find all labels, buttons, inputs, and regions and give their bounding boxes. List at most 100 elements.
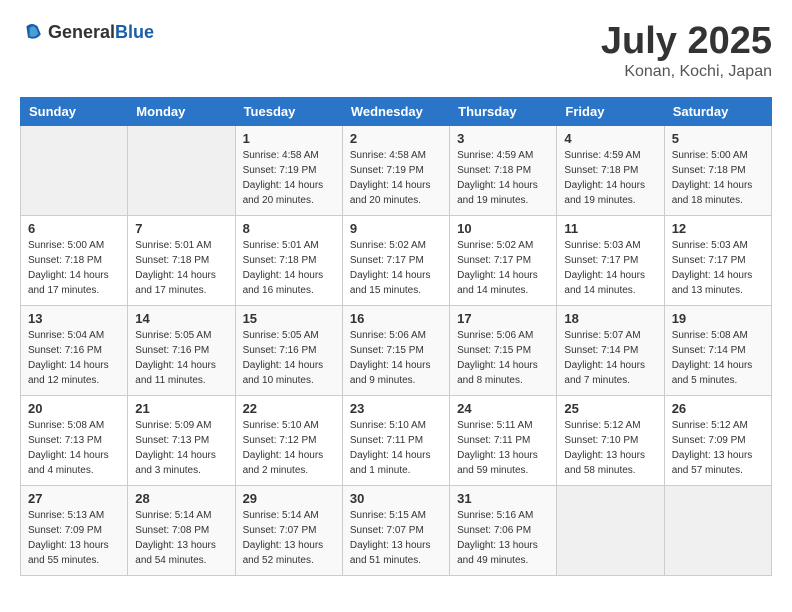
day-info: Sunrise: 4:59 AM Sunset: 7:18 PM Dayligh… — [457, 148, 549, 208]
calendar-day-cell: 15 Sunrise: 5:05 AM Sunset: 7:16 PM Dayli… — [235, 306, 342, 396]
calendar-week-row: 13 Sunrise: 5:04 AM Sunset: 7:16 PM Dayli… — [21, 306, 772, 396]
day-number: 2 — [350, 131, 442, 146]
day-number: 28 — [135, 491, 227, 506]
day-info: Sunrise: 5:02 AM Sunset: 7:17 PM Dayligh… — [350, 238, 442, 298]
day-info: Sunrise: 5:09 AM Sunset: 7:13 PM Dayligh… — [135, 418, 227, 478]
day-info: Sunrise: 5:14 AM Sunset: 7:07 PM Dayligh… — [243, 508, 335, 568]
day-info: Sunrise: 5:16 AM Sunset: 7:06 PM Dayligh… — [457, 508, 549, 568]
page-header: GeneralBlue July 2025 Konan, Kochi, Japa… — [20, 20, 772, 81]
day-info: Sunrise: 5:08 AM Sunset: 7:14 PM Dayligh… — [672, 328, 764, 388]
day-info: Sunrise: 4:58 AM Sunset: 7:19 PM Dayligh… — [243, 148, 335, 208]
day-number: 11 — [564, 221, 656, 236]
day-number: 12 — [672, 221, 764, 236]
calendar-day-cell: 16Sunrise: 5:06 AM Sunset: 7:15 PM Dayli… — [342, 306, 449, 396]
calendar-day-cell: 6 Sunrise: 5:00 AM Sunset: 7:18 PM Daylig… — [21, 216, 128, 306]
weekday-tuesday: Tuesday — [235, 98, 342, 126]
day-info: Sunrise: 5:05 AM Sunset: 7:16 PM Dayligh… — [243, 328, 335, 388]
logo-blue-text: Blue — [115, 22, 154, 42]
day-info: Sunrise: 5:12 AM Sunset: 7:10 PM Dayligh… — [564, 418, 656, 478]
calendar-week-row: 27Sunrise: 5:13 AM Sunset: 7:09 PM Dayli… — [21, 486, 772, 576]
day-number: 1 — [243, 131, 335, 146]
day-info: Sunrise: 5:12 AM Sunset: 7:09 PM Dayligh… — [672, 418, 764, 478]
logo-icon — [20, 20, 44, 44]
day-info: Sunrise: 5:01 AM Sunset: 7:18 PM Dayligh… — [243, 238, 335, 298]
day-number: 3 — [457, 131, 549, 146]
day-info: Sunrise: 5:03 AM Sunset: 7:17 PM Dayligh… — [564, 238, 656, 298]
weekday-sunday: Sunday — [21, 98, 128, 126]
day-info: Sunrise: 5:01 AM Sunset: 7:18 PM Dayligh… — [135, 238, 227, 298]
day-number: 4 — [564, 131, 656, 146]
day-number: 8 — [243, 221, 335, 236]
day-info: Sunrise: 5:04 AM Sunset: 7:16 PM Dayligh… — [28, 328, 120, 388]
calendar-day-cell — [21, 126, 128, 216]
day-number: 15 — [243, 311, 335, 326]
day-number: 24 — [457, 401, 549, 416]
calendar-week-row: 6 Sunrise: 5:00 AM Sunset: 7:18 PM Daylig… — [21, 216, 772, 306]
calendar-day-cell: 8 Sunrise: 5:01 AM Sunset: 7:18 PM Daylig… — [235, 216, 342, 306]
calendar-day-cell: 4Sunrise: 4:59 AM Sunset: 7:18 PM Daylig… — [557, 126, 664, 216]
day-number: 7 — [135, 221, 227, 236]
day-info: Sunrise: 5:03 AM Sunset: 7:17 PM Dayligh… — [672, 238, 764, 298]
calendar-day-cell: 30 Sunrise: 5:15 AM Sunset: 7:07 PM Dayli… — [342, 486, 449, 576]
day-info: Sunrise: 5:02 AM Sunset: 7:17 PM Dayligh… — [457, 238, 549, 298]
calendar-day-cell: 13 Sunrise: 5:04 AM Sunset: 7:16 PM Dayli… — [21, 306, 128, 396]
calendar-day-cell: 11 Sunrise: 5:03 AM Sunset: 7:17 PM Dayli… — [557, 216, 664, 306]
day-number: 25 — [564, 401, 656, 416]
calendar-day-cell: 29 Sunrise: 5:14 AM Sunset: 7:07 PM Dayli… — [235, 486, 342, 576]
day-number: 16 — [350, 311, 442, 326]
day-number: 6 — [28, 221, 120, 236]
day-number: 30 — [350, 491, 442, 506]
day-info: Sunrise: 5:00 AM Sunset: 7:18 PM Dayligh… — [672, 148, 764, 208]
calendar-day-cell: 18Sunrise: 5:07 AM Sunset: 7:14 PM Dayli… — [557, 306, 664, 396]
calendar-day-cell: 7 Sunrise: 5:01 AM Sunset: 7:18 PM Daylig… — [128, 216, 235, 306]
location-title: Konan, Kochi, Japan — [601, 63, 772, 81]
day-number: 20 — [28, 401, 120, 416]
day-number: 9 — [350, 221, 442, 236]
weekday-wednesday: Wednesday — [342, 98, 449, 126]
calendar-day-cell: 22 Sunrise: 5:10 AM Sunset: 7:12 PM Dayli… — [235, 396, 342, 486]
day-info: Sunrise: 5:07 AM Sunset: 7:14 PM Dayligh… — [564, 328, 656, 388]
calendar-day-cell: 1 Sunrise: 4:58 AM Sunset: 7:19 PM Daylig… — [235, 126, 342, 216]
calendar-day-cell — [557, 486, 664, 576]
weekday-friday: Friday — [557, 98, 664, 126]
day-number: 29 — [243, 491, 335, 506]
calendar-day-cell: 28 Sunrise: 5:14 AM Sunset: 7:08 PM Dayli… — [128, 486, 235, 576]
weekday-header-row: Sunday Monday Tuesday Wednesday Thursday… — [21, 98, 772, 126]
calendar-header: Sunday Monday Tuesday Wednesday Thursday… — [21, 98, 772, 126]
month-title: July 2025 — [601, 20, 772, 63]
calendar-day-cell: 27Sunrise: 5:13 AM Sunset: 7:09 PM Dayli… — [21, 486, 128, 576]
calendar-week-row: 20Sunrise: 5:08 AM Sunset: 7:13 PM Dayli… — [21, 396, 772, 486]
calendar-body: 1 Sunrise: 4:58 AM Sunset: 7:19 PM Daylig… — [21, 126, 772, 576]
title-area: July 2025 Konan, Kochi, Japan — [601, 20, 772, 81]
weekday-monday: Monday — [128, 98, 235, 126]
day-info: Sunrise: 5:14 AM Sunset: 7:08 PM Dayligh… — [135, 508, 227, 568]
calendar-day-cell: 17Sunrise: 5:06 AM Sunset: 7:15 PM Dayli… — [450, 306, 557, 396]
day-info: Sunrise: 5:15 AM Sunset: 7:07 PM Dayligh… — [350, 508, 442, 568]
day-number: 23 — [350, 401, 442, 416]
day-number: 10 — [457, 221, 549, 236]
calendar-day-cell: 25 Sunrise: 5:12 AM Sunset: 7:10 PM Dayli… — [557, 396, 664, 486]
calendar-day-cell — [128, 126, 235, 216]
day-info: Sunrise: 5:00 AM Sunset: 7:18 PM Dayligh… — [28, 238, 120, 298]
calendar-day-cell: 10 Sunrise: 5:02 AM Sunset: 7:17 PM Dayli… — [450, 216, 557, 306]
day-number: 22 — [243, 401, 335, 416]
day-info: Sunrise: 5:13 AM Sunset: 7:09 PM Dayligh… — [28, 508, 120, 568]
calendar-table: Sunday Monday Tuesday Wednesday Thursday… — [20, 97, 772, 576]
day-number: 26 — [672, 401, 764, 416]
calendar-day-cell: 2Sunrise: 4:58 AM Sunset: 7:19 PM Daylig… — [342, 126, 449, 216]
weekday-thursday: Thursday — [450, 98, 557, 126]
day-info: Sunrise: 5:06 AM Sunset: 7:15 PM Dayligh… — [457, 328, 549, 388]
calendar-day-cell: 26 Sunrise: 5:12 AM Sunset: 7:09 PM Dayli… — [664, 396, 771, 486]
calendar-day-cell: 31Sunrise: 5:16 AM Sunset: 7:06 PM Dayli… — [450, 486, 557, 576]
day-number: 21 — [135, 401, 227, 416]
day-info: Sunrise: 5:10 AM Sunset: 7:11 PM Dayligh… — [350, 418, 442, 478]
calendar-week-row: 1 Sunrise: 4:58 AM Sunset: 7:19 PM Daylig… — [21, 126, 772, 216]
calendar-day-cell: 14Sunrise: 5:05 AM Sunset: 7:16 PM Dayli… — [128, 306, 235, 396]
day-info: Sunrise: 5:11 AM Sunset: 7:11 PM Dayligh… — [457, 418, 549, 478]
calendar-day-cell — [664, 486, 771, 576]
day-info: Sunrise: 5:10 AM Sunset: 7:12 PM Dayligh… — [243, 418, 335, 478]
day-number: 13 — [28, 311, 120, 326]
calendar-day-cell: 19Sunrise: 5:08 AM Sunset: 7:14 PM Dayli… — [664, 306, 771, 396]
calendar-day-cell: 24 Sunrise: 5:11 AM Sunset: 7:11 PM Dayli… — [450, 396, 557, 486]
calendar-day-cell: 23 Sunrise: 5:10 AM Sunset: 7:11 PM Dayli… — [342, 396, 449, 486]
